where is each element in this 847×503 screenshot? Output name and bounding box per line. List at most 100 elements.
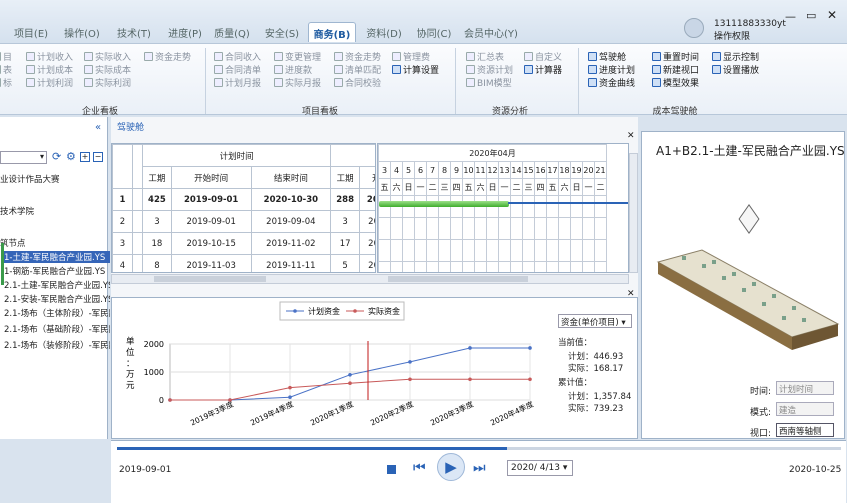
- ribbon-item[interactable]: 模型效果: [652, 76, 699, 89]
- ribbon-item[interactable]: 计划收入: [26, 50, 73, 63]
- ribbon-item[interactable]: 标: [0, 76, 12, 89]
- data-point[interactable]: [468, 377, 472, 382]
- ribbon-item[interactable]: 清单匹配: [334, 63, 381, 76]
- tab-6[interactable]: 商务(B): [308, 22, 356, 42]
- tree-item[interactable]: 技术学院: [0, 205, 106, 217]
- table-row[interactable]: 3 182019-10-152019-11-02172019-: [112, 232, 375, 255]
- ribbon-item[interactable]: 实际利润: [84, 76, 131, 89]
- ribbon-item[interactable]: 变更管理: [274, 50, 321, 63]
- ribbon-item[interactable]: 合同收入: [214, 50, 261, 63]
- refresh-icon[interactable]: ⟳: [52, 150, 61, 163]
- ribbon-item[interactable]: 计算设置: [392, 63, 439, 76]
- table-scrollbar[interactable]: [111, 274, 629, 284]
- tree-item[interactable]: 2.1-土建-军民融合产业园.YS: [4, 279, 110, 291]
- ribbon-item[interactable]: 合同校验: [334, 76, 381, 89]
- tab-5[interactable]: 安全(S): [260, 22, 304, 42]
- ribbon-item[interactable]: 汇总表: [466, 50, 504, 63]
- ribbon-item[interactable]: 管理费: [392, 50, 430, 63]
- ribbon-item[interactable]: 目: [0, 50, 12, 63]
- table-row[interactable]: 1 4252019-09-012020-10-302882019-: [112, 188, 375, 211]
- rewind-icon[interactable]: ⏮: [413, 460, 426, 476]
- ribbon-item[interactable]: 进度款: [274, 63, 312, 76]
- data-point[interactable]: [288, 385, 292, 390]
- view-cube-icon[interactable]: [738, 204, 760, 234]
- ribbon-item[interactable]: 实际月报: [274, 76, 321, 89]
- ribbon-item[interactable]: 计划成本: [26, 63, 73, 76]
- column-header[interactable]: 结束时间: [250, 166, 332, 189]
- tab-7[interactable]: 资料(D): [362, 22, 406, 42]
- ribbon-item[interactable]: 自定义: [524, 50, 562, 63]
- project-select[interactable]: ▾: [0, 151, 47, 164]
- tab-3[interactable]: 进度(P): [163, 22, 207, 42]
- tab-0[interactable]: 项目(E): [10, 22, 52, 42]
- stop-icon[interactable]: [387, 465, 396, 474]
- tab-2[interactable]: 技术(T): [112, 22, 156, 42]
- tree-item[interactable]: 2.1-场布（主体阶段）-军民融: [4, 307, 110, 319]
- column-header[interactable]: 开始: [359, 166, 375, 189]
- tree-item[interactable]: 1-土建-军民融合产业园.YS: [4, 251, 110, 263]
- time-select[interactable]: 计划时间: [776, 381, 834, 395]
- gantt-vscroll[interactable]: [629, 153, 638, 273]
- tree-item[interactable]: 筑节点: [0, 237, 106, 249]
- gantt-bar[interactable]: [379, 201, 509, 207]
- tab-8[interactable]: 协同(C): [412, 22, 456, 42]
- close-icon[interactable]: ✕: [827, 8, 837, 22]
- maximize-icon[interactable]: ▭: [806, 9, 816, 22]
- data-point[interactable]: [468, 346, 472, 350]
- gear-icon[interactable]: ⚙: [66, 150, 76, 163]
- data-point[interactable]: [228, 398, 232, 402]
- data-point[interactable]: [528, 377, 532, 382]
- ribbon-item[interactable]: 驾驶舱: [588, 50, 626, 63]
- data-point[interactable]: [288, 395, 292, 399]
- column-header[interactable]: 工期: [330, 166, 361, 189]
- ribbon-item[interactable]: 计算器: [524, 63, 562, 76]
- data-point[interactable]: [348, 373, 352, 377]
- tab-1[interactable]: 操作(O): [60, 22, 104, 42]
- ribbon-item[interactable]: 资源计划: [466, 63, 513, 76]
- gantt-close-icon[interactable]: ✕: [627, 131, 635, 141]
- tree-item[interactable]: 2.1-安装-军民融合产业园.YS: [4, 293, 110, 305]
- mode-select[interactable]: 建造: [776, 402, 834, 416]
- table-row[interactable]: 482019-11-032019-11-1152019-: [112, 254, 375, 272]
- data-point[interactable]: [528, 346, 532, 350]
- ribbon-item[interactable]: 资金走势: [334, 50, 381, 63]
- tree-item[interactable]: 业设计作品大赛: [0, 173, 106, 185]
- forward-icon[interactable]: ⏭: [473, 460, 486, 476]
- ribbon-item[interactable]: 显示控制: [712, 50, 759, 63]
- ribbon-item[interactable]: 计划月报: [214, 76, 261, 89]
- data-point[interactable]: [348, 381, 352, 385]
- avatar[interactable]: [684, 18, 704, 38]
- current-date-select[interactable]: 2020/ 4/13 ▾: [507, 460, 573, 476]
- tree-item[interactable]: 2.1-场布（基础阶段）-军民融: [4, 323, 110, 335]
- ribbon-item[interactable]: 实际成本: [84, 63, 131, 76]
- collapse-all-icon[interactable]: −: [93, 152, 103, 162]
- ribbon-item[interactable]: 设置播放: [712, 63, 759, 76]
- ribbon-item[interactable]: 表: [0, 63, 12, 76]
- ribbon-item[interactable]: 重置时间: [652, 50, 699, 63]
- ribbon-item[interactable]: 实际收入: [84, 50, 131, 63]
- table-row[interactable]: 232019-09-012019-09-0432019-: [112, 210, 375, 233]
- view-select[interactable]: 西南等轴侧: [776, 423, 834, 437]
- ribbon-item[interactable]: 进度计划: [588, 63, 635, 76]
- money-type-select[interactable]: 资金(单价项目) ▾: [558, 314, 632, 328]
- tab-4[interactable]: 质量(Q): [210, 22, 254, 42]
- column-header[interactable]: 工期: [142, 166, 172, 189]
- ribbon-item[interactable]: 资金走势: [144, 50, 191, 63]
- play-icon[interactable]: ▶: [437, 453, 465, 481]
- building-model[interactable]: [652, 232, 842, 372]
- collapse-icon[interactable]: «: [95, 122, 101, 133]
- ribbon-item[interactable]: 计划利润: [26, 76, 73, 89]
- data-point[interactable]: [408, 360, 412, 364]
- data-point[interactable]: [168, 398, 172, 402]
- data-point[interactable]: [408, 377, 412, 382]
- column-header[interactable]: 开始时间: [170, 166, 252, 189]
- ribbon-item[interactable]: 合同清单: [214, 63, 261, 76]
- tab-9[interactable]: 会员中心(Y): [460, 22, 522, 42]
- ribbon-item[interactable]: 新建视口: [652, 63, 699, 76]
- ribbon-item[interactable]: 资金曲线: [588, 76, 635, 89]
- ribbon-item[interactable]: BIM模型: [466, 76, 512, 89]
- minimize-icon[interactable]: —: [785, 10, 796, 23]
- tree-item[interactable]: 1-钢筋-军民融合产业园.YS: [4, 265, 110, 277]
- panel-tab[interactable]: 驾驶舱: [117, 120, 144, 133]
- expand-icon[interactable]: +: [80, 152, 90, 162]
